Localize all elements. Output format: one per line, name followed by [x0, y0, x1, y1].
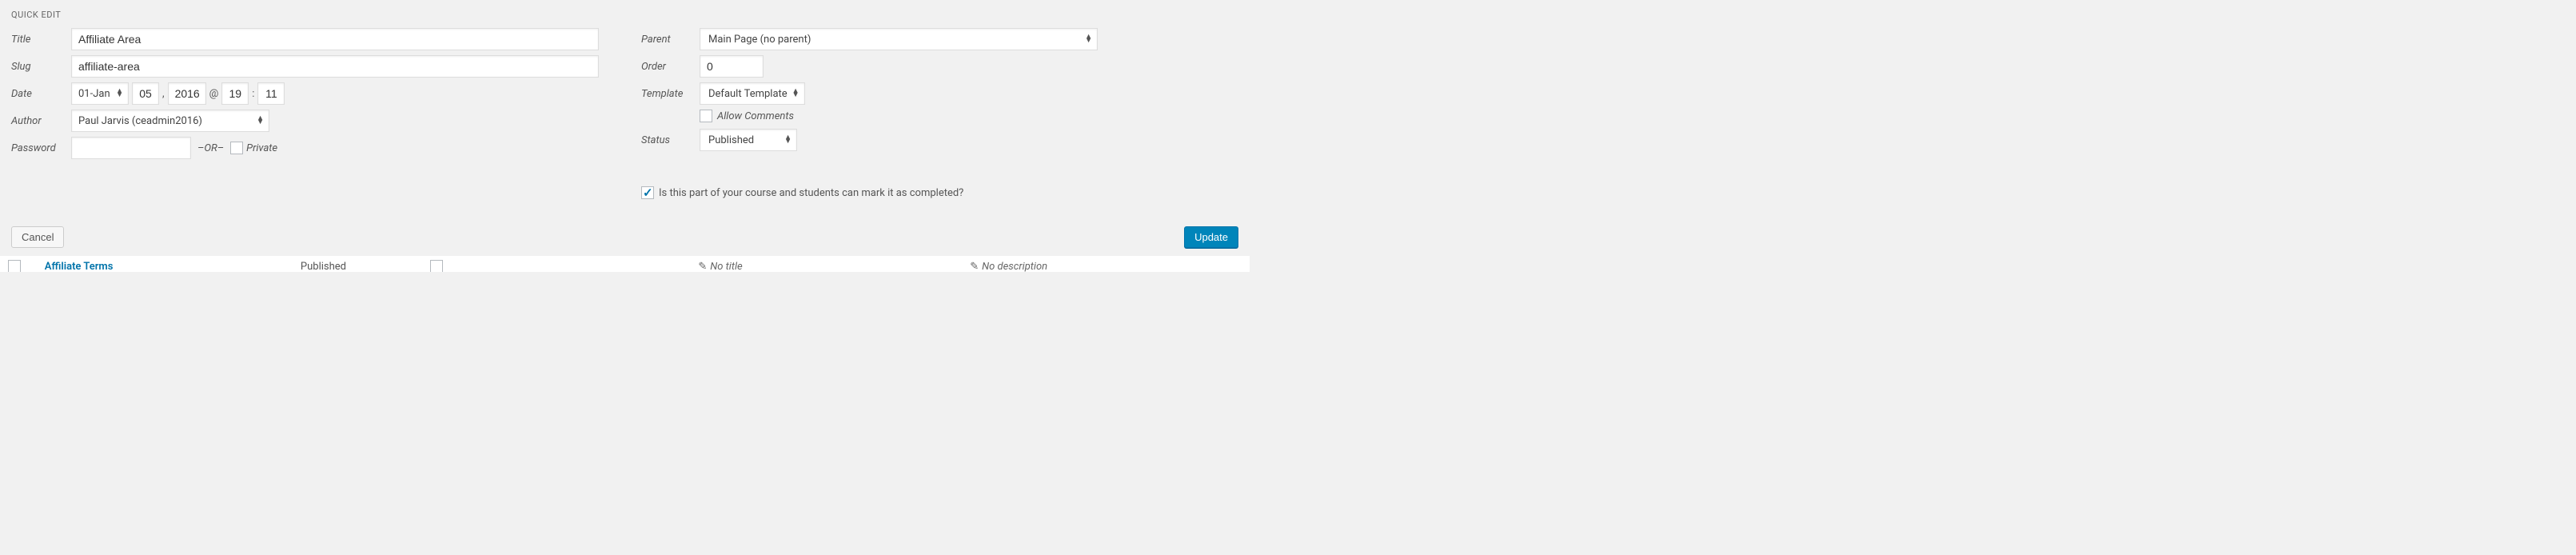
- select-arrows-icon: ▲▼: [116, 90, 123, 98]
- date-at: @: [209, 88, 219, 100]
- date-colon: :: [252, 88, 254, 100]
- author-row: Author Paul Jarvis (ceadmin2016) ▲▼: [11, 110, 635, 132]
- status-select[interactable]: Published ▲▼: [700, 129, 797, 151]
- pencil-icon: ✎: [698, 261, 707, 273]
- row-checkbox-col: [430, 260, 698, 272]
- quick-edit-columns: Title Slug Date 01-Jan ▲▼ , @ :: [11, 28, 1238, 199]
- select-arrows-icon: ▲▼: [784, 136, 792, 144]
- date-month-value: 01-Jan: [78, 88, 110, 100]
- date-hour-input[interactable]: [221, 82, 249, 105]
- select-arrows-icon: ▲▼: [1085, 35, 1092, 43]
- date-year-input[interactable]: [168, 82, 206, 105]
- row-title-link[interactable]: Affiliate Terms: [45, 261, 301, 273]
- row-course-checkbox[interactable]: [430, 260, 443, 272]
- course-question-text: Is this part of your course and students…: [659, 187, 963, 199]
- parent-label: Parent: [641, 34, 700, 46]
- password-label: Password: [11, 142, 71, 154]
- quick-edit-panel: QUICK EDIT Title Slug Date 01-Jan ▲▼ ,: [0, 0, 1250, 256]
- row-status: Published: [301, 261, 431, 273]
- row-no-title: ✎ No title: [698, 261, 970, 273]
- template-label: Template: [641, 88, 700, 100]
- parent-value: Main Page (no parent): [708, 34, 811, 46]
- course-checkbox[interactable]: [641, 186, 654, 199]
- select-arrows-icon: ▲▼: [257, 117, 264, 125]
- select-arrows-icon: ▲▼: [792, 90, 800, 98]
- password-row: Password –OR– Private: [11, 137, 635, 159]
- parent-row: Parent Main Page (no parent) ▲▼: [641, 28, 1238, 50]
- quick-edit-right-col: Parent Main Page (no parent) ▲▼ Order Te…: [635, 28, 1238, 199]
- author-select[interactable]: Paul Jarvis (ceadmin2016) ▲▼: [71, 110, 269, 132]
- date-label: Date: [11, 88, 71, 100]
- quick-edit-left-col: Title Slug Date 01-Jan ▲▼ , @ :: [11, 28, 635, 199]
- private-checkbox[interactable]: [230, 142, 243, 154]
- cancel-button[interactable]: Cancel: [11, 226, 64, 248]
- course-question-row: Is this part of your course and students…: [641, 186, 1238, 199]
- status-label: Status: [641, 134, 700, 146]
- pencil-icon: ✎: [970, 261, 979, 273]
- date-month-select[interactable]: 01-Jan ▲▼: [71, 82, 129, 105]
- allow-comments-checkbox[interactable]: [700, 110, 712, 122]
- template-row: Template Default Template ▲▼: [641, 82, 1238, 105]
- allow-comments-row: Allow Comments: [641, 110, 1238, 122]
- date-day-input[interactable]: [132, 82, 159, 105]
- quick-edit-footer: Cancel Update: [11, 226, 1238, 248]
- date-minute-input[interactable]: [257, 82, 285, 105]
- private-label: Private: [246, 142, 277, 154]
- template-value: Default Template: [708, 88, 788, 100]
- order-label: Order: [641, 61, 700, 73]
- page-list-row: Affiliate Terms Published ✎ No title ✎ N…: [0, 256, 1250, 272]
- status-row: Status Published ▲▼: [641, 129, 1238, 151]
- quick-edit-legend: QUICK EDIT: [11, 10, 1238, 20]
- row-no-description: ✎ No description: [970, 261, 1242, 273]
- allow-comments-label: Allow Comments: [717, 110, 794, 122]
- slug-input[interactable]: [71, 55, 599, 78]
- author-label: Author: [11, 115, 71, 127]
- author-value: Paul Jarvis (ceadmin2016): [78, 115, 202, 127]
- status-value: Published: [708, 134, 754, 146]
- order-row: Order: [641, 55, 1238, 78]
- row-select-checkbox[interactable]: [8, 260, 21, 272]
- date-comma: ,: [162, 88, 165, 100]
- title-label: Title: [11, 34, 71, 46]
- template-select[interactable]: Default Template ▲▼: [700, 82, 805, 105]
- or-text: –OR–: [197, 142, 224, 154]
- order-input[interactable]: [700, 55, 764, 78]
- password-input[interactable]: [71, 137, 191, 159]
- update-button[interactable]: Update: [1184, 226, 1238, 248]
- date-row: Date 01-Jan ▲▼ , @ :: [11, 82, 635, 105]
- title-row: Title: [11, 28, 635, 50]
- parent-select[interactable]: Main Page (no parent) ▲▼: [700, 28, 1098, 50]
- slug-label: Slug: [11, 61, 71, 73]
- slug-row: Slug: [11, 55, 635, 78]
- title-input[interactable]: [71, 28, 599, 50]
